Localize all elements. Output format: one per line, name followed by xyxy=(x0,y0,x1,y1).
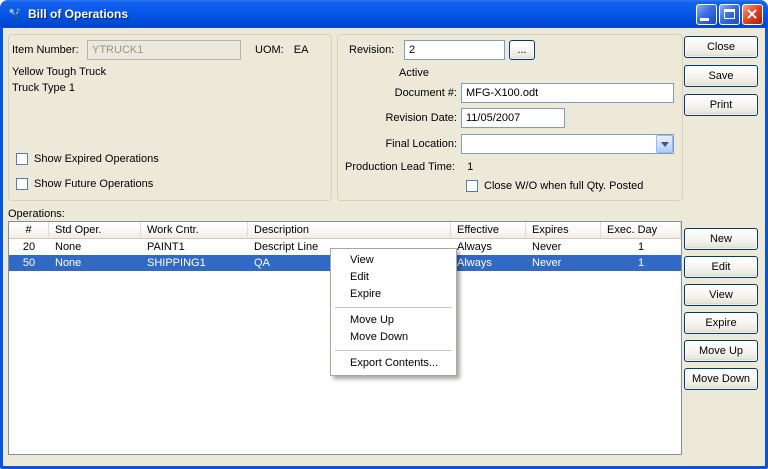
move-up-button[interactable]: Move Up xyxy=(684,340,758,362)
uom-line: UOM: EA xyxy=(255,43,308,57)
menu-item-expire[interactable]: Expire xyxy=(333,286,454,303)
menu-separator xyxy=(335,350,452,351)
item-description-line1: Yellow Tough Truck xyxy=(12,66,107,78)
operations-section-label: Operations: xyxy=(8,208,65,220)
save-button[interactable]: Save xyxy=(684,65,758,87)
menu-item-move-down[interactable]: Move Down xyxy=(333,329,454,346)
table-header: # Std Oper. Work Cntr. Description Effec… xyxy=(9,222,681,239)
column-header-description[interactable]: Description xyxy=(248,222,451,239)
item-number-label: Item Number: xyxy=(12,44,79,56)
close-button[interactable]: Close xyxy=(684,36,758,58)
app-icon xyxy=(7,6,23,22)
cell-std-oper: None xyxy=(55,241,82,253)
menu-separator xyxy=(335,307,452,308)
uom-value: EA xyxy=(293,44,309,56)
cell-expires: Never xyxy=(532,241,562,253)
revision-date-label: Revision Date: xyxy=(385,112,457,124)
cell-num: 20 xyxy=(22,241,36,253)
minimize-button[interactable] xyxy=(696,3,717,25)
revision-field[interactable] xyxy=(404,40,505,60)
operations-actions: New Edit View Expire Move Up Move Down xyxy=(684,228,758,390)
cell-effective: Always xyxy=(457,257,492,269)
cell-work-cntr: SHIPPING1 xyxy=(147,257,206,269)
titlebar[interactable]: Bill of Operations xyxy=(0,0,768,28)
maximize-button[interactable] xyxy=(719,3,740,25)
lead-time-value: 1 xyxy=(467,161,474,173)
revision-label: Revision: xyxy=(349,44,395,56)
menu-item-move-up[interactable]: Move Up xyxy=(333,312,454,329)
menu-item-export-contents[interactable]: Export Contents... xyxy=(333,355,454,372)
revision-browse-button[interactable]: ... xyxy=(509,40,535,60)
window-title: Bill of Operations xyxy=(28,7,129,21)
show-expired-label: Show Expired Operations xyxy=(34,153,159,165)
uom-label: UOM: xyxy=(255,44,284,56)
move-down-button[interactable]: Move Down xyxy=(684,368,758,390)
show-expired-checkbox[interactable]: Show Expired Operations xyxy=(16,152,159,166)
minimize-icon xyxy=(700,17,709,21)
print-button[interactable]: Print xyxy=(684,94,758,116)
final-location-field[interactable] xyxy=(461,134,674,154)
item-number-field xyxy=(87,40,241,60)
menu-item-view[interactable]: View xyxy=(333,252,454,269)
maximize-icon xyxy=(724,8,735,19)
revision-date-field[interactable] xyxy=(461,108,565,128)
new-button[interactable]: New xyxy=(684,228,758,250)
menu-item-edit[interactable]: Edit xyxy=(333,269,454,286)
dialog-content: Item Number: UOM: EA Yellow Tough Truck … xyxy=(3,28,765,466)
cell-std-oper: None xyxy=(55,257,82,269)
cell-exec-day: 1 xyxy=(637,257,645,269)
checkbox-icon xyxy=(16,153,28,165)
cell-effective: Always xyxy=(457,241,492,253)
expire-button[interactable]: Expire xyxy=(684,312,758,334)
lead-time-label: Production Lead Time: xyxy=(345,161,456,173)
cell-work-cntr: PAINT1 xyxy=(147,241,185,253)
revision-status-text: Active xyxy=(399,67,429,79)
dropdown-arrow-button[interactable] xyxy=(656,135,673,153)
cell-exec-day: 1 xyxy=(637,241,645,253)
column-header-num[interactable]: # xyxy=(9,222,49,239)
column-header-effective[interactable]: Effective xyxy=(451,222,526,239)
bill-of-operations-window: Bill of Operations Item Number: UOM: EA … xyxy=(0,0,768,469)
cell-expires: Never xyxy=(532,257,562,269)
dialog-actions: Close Save Print xyxy=(684,36,758,116)
show-future-label: Show Future Operations xyxy=(34,178,154,190)
final-location-combobox[interactable] xyxy=(461,134,674,154)
column-header-expires[interactable]: Expires xyxy=(526,222,601,239)
close-wo-checkbox[interactable]: Close W/O when full Qty. Posted xyxy=(466,179,643,193)
checkbox-icon xyxy=(16,178,28,190)
document-label: Document #: xyxy=(394,87,457,99)
edit-button[interactable]: Edit xyxy=(684,256,758,278)
view-button[interactable]: View xyxy=(684,284,758,306)
item-description-line2: Truck Type 1 xyxy=(12,82,75,94)
lead-time-line: Production Lead Time: 1 xyxy=(345,160,473,174)
column-header-work-cntr[interactable]: Work Cntr. xyxy=(141,222,248,239)
chevron-down-icon xyxy=(660,141,669,147)
close-wo-label: Close W/O when full Qty. Posted xyxy=(484,180,644,192)
close-window-button[interactable] xyxy=(742,3,763,25)
column-header-std-oper[interactable]: Std Oper. xyxy=(49,222,141,239)
document-field[interactable] xyxy=(461,83,674,103)
window-controls xyxy=(696,3,763,25)
final-location-label: Final Location: xyxy=(385,138,457,150)
show-future-checkbox[interactable]: Show Future Operations xyxy=(16,177,153,191)
checkbox-icon xyxy=(466,180,478,192)
context-menu: View Edit Expire Move Up Move Down Expor… xyxy=(330,248,457,376)
cell-num: 50 xyxy=(22,257,36,269)
column-header-exec-day[interactable]: Exec. Day xyxy=(601,222,681,239)
